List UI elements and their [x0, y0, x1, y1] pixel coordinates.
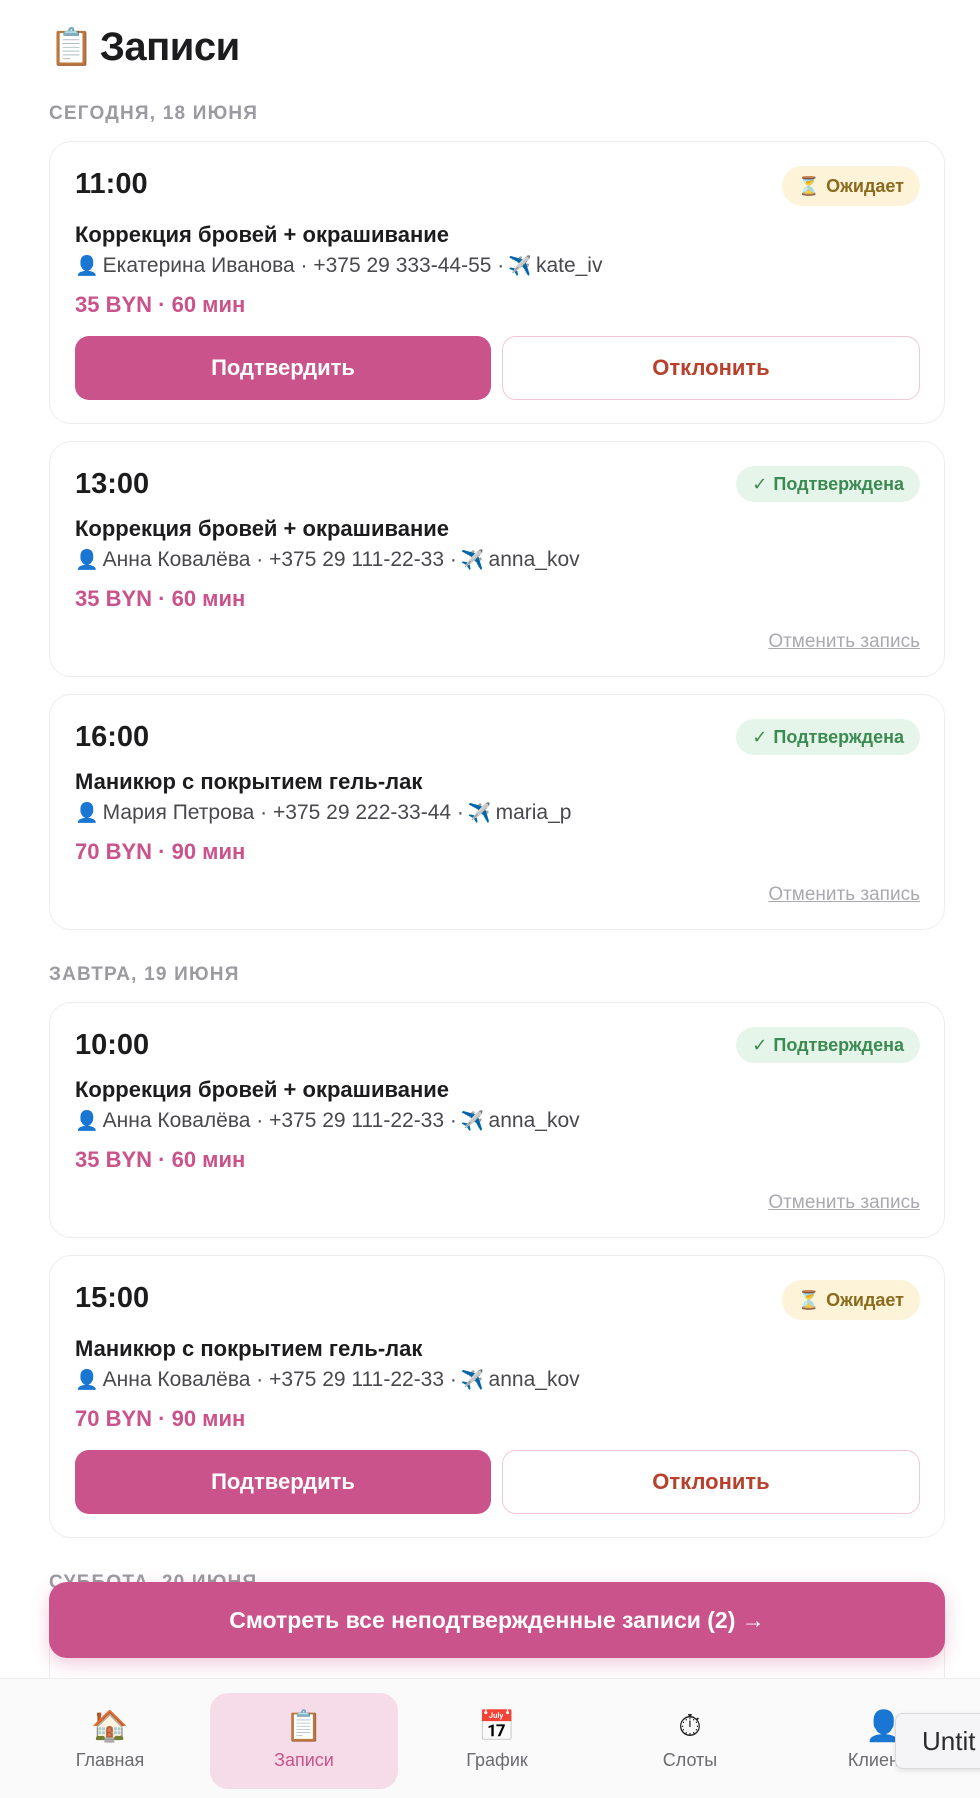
status-badge-label: Ожидает	[826, 1289, 904, 1310]
untitled-overlay-tab[interactable]: Untit	[895, 1713, 980, 1769]
nav-tab-label: Слоты	[662, 1749, 718, 1770]
bottom-nav: 🏠 Главная 📋 Записи 📅 График ⏱ Слоты 👤 Кл…	[0, 1678, 980, 1798]
reject-button[interactable]: Отклонить	[502, 336, 920, 400]
nav-tab-home[interactable]: 🏠 Главная	[16, 1693, 204, 1789]
hourglass-icon: ⏳	[797, 1289, 821, 1310]
cancel-appointment-link[interactable]: Отменить запись	[768, 631, 920, 653]
appointment-card: 11:00 ⏳ Ожидает Коррекция бровей + окраш…	[49, 141, 945, 424]
status-badge: ✓ Подтверждена	[736, 1027, 920, 1063]
telegram-handle[interactable]: anna_kov	[489, 548, 580, 572]
telegram-handle[interactable]: maria_p	[496, 801, 572, 825]
price-duration: 35 BYN · 60 мин	[75, 586, 246, 611]
appointment-time: 11:00	[75, 168, 148, 200]
service-name: Коррекция бровей + окрашивание	[75, 1077, 450, 1102]
nav-tab-appointments[interactable]: 📋 Записи	[210, 1693, 398, 1789]
service-name: Маникюр с покрытием гель-лак	[75, 1336, 423, 1361]
nav-tab-label: Записи	[274, 1749, 334, 1770]
confirm-button[interactable]: Подтвердить	[75, 1450, 491, 1514]
appointment-time: 15:00	[75, 1282, 150, 1314]
user-icon: 👤	[75, 550, 99, 571]
stopwatch-icon: ⏱	[678, 1709, 702, 1743]
check-icon: ✓	[752, 473, 768, 494]
cancel-appointment-link[interactable]: Отменить запись	[768, 1192, 920, 1214]
status-badge-label: Подтверждена	[773, 473, 904, 494]
client-info: 👤 Анна Ковалёва · +375 29 111-22-33 · ✈️…	[75, 1109, 580, 1133]
check-icon: ✓	[752, 726, 768, 747]
appointment-time: 16:00	[75, 721, 150, 753]
price-duration: 35 BYN · 60 мин	[75, 292, 246, 317]
price-duration: 70 BYN · 90 мин	[75, 839, 246, 864]
telegram-handle[interactable]: anna_kov	[489, 1368, 580, 1392]
view-unconfirmed-button[interactable]: Смотреть все неподтвержденные записи (2)…	[49, 1582, 945, 1658]
nav-tab-schedule[interactable]: 📅 График	[403, 1693, 591, 1789]
client-info: 👤 Анна Ковалёва · +375 29 111-22-33 · ✈️…	[75, 548, 580, 572]
appointments-page: 📋 Записи СЕГОДНЯ, 18 ИЮНЯ 11:00 ⏳ Ожидае…	[0, 0, 980, 1798]
client-details: Анна Ковалёва · +375 29 111-22-33 ·	[102, 548, 457, 571]
price-duration: 35 BYN · 60 мин	[75, 1147, 246, 1172]
section-label-tomorrow: ЗАВТРА, 19 ИЮНЯ	[49, 964, 240, 985]
client-details: Мария Петрова · +375 29 222-33-44 ·	[102, 801, 464, 824]
service-name: Коррекция бровей + окрашивание	[75, 516, 450, 541]
telegram-icon: ✈️	[460, 550, 485, 571]
service-name: Коррекция бровей + окрашивание	[75, 222, 450, 247]
clipboard-icon: 📋	[285, 1709, 323, 1743]
appointment-time: 13:00	[75, 468, 150, 500]
reject-button[interactable]: Отклонить	[502, 1450, 920, 1514]
telegram-icon: ✈️	[460, 1111, 485, 1132]
user-icon: 👤	[75, 256, 99, 277]
telegram-icon: ✈️	[460, 1370, 485, 1391]
appointment-card: 13:00 ✓ Подтверждена Коррекция бровей + …	[49, 441, 945, 677]
client-details: Анна Ковалёва · +375 29 111-22-33 ·	[102, 1109, 457, 1132]
status-badge: ✓ Подтверждена	[736, 719, 920, 755]
cancel-appointment-link[interactable]: Отменить запись	[768, 884, 920, 906]
appointment-time: 10:00	[75, 1029, 150, 1061]
client-info: 👤 Мария Петрова · +375 29 222-33-44 · ✈️…	[75, 801, 571, 825]
clipboard-icon: 📋	[49, 26, 94, 67]
price-duration: 70 BYN · 90 мин	[75, 1406, 246, 1431]
telegram-handle[interactable]: anna_kov	[489, 1109, 580, 1133]
house-icon: 🏠	[91, 1709, 129, 1743]
appointment-card: 10:00 ✓ Подтверждена Коррекция бровей + …	[49, 1002, 945, 1238]
section-label-today: СЕГОДНЯ, 18 ИЮНЯ	[49, 103, 259, 124]
telegram-handle[interactable]: kate_iv	[536, 254, 603, 278]
client-details: Анна Ковалёва · +375 29 111-22-33 ·	[102, 1368, 457, 1391]
nav-tab-label: Главная	[75, 1749, 145, 1770]
client-info: 👤 Екатерина Иванова · +375 29 333-44-55 …	[75, 254, 602, 278]
telegram-icon: ✈️	[467, 803, 492, 824]
status-badge-label: Подтверждена	[773, 1034, 904, 1055]
client-details: Екатерина Иванова · +375 29 333-44-55 ·	[102, 254, 505, 277]
status-badge-label: Подтверждена	[773, 726, 904, 747]
status-badge-label: Ожидает	[826, 175, 904, 196]
check-icon: ✓	[752, 1034, 768, 1055]
status-badge: ⏳ Ожидает	[781, 166, 920, 206]
appointment-card: 15:00 ⏳ Ожидает Маникюр с покрытием гель…	[49, 1255, 945, 1538]
status-badge: ⏳ Ожидает	[781, 1280, 920, 1320]
user-icon: 👤	[75, 1370, 99, 1391]
client-info: 👤 Анна Ковалёва · +375 29 111-22-33 · ✈️…	[75, 1368, 580, 1392]
page-title-text: Записи	[99, 24, 240, 69]
user-icon: 👤	[75, 1111, 99, 1132]
hourglass-icon: ⏳	[797, 175, 821, 196]
confirm-button[interactable]: Подтвердить	[75, 336, 491, 400]
telegram-icon: ✈️	[508, 256, 532, 277]
appointment-card: 16:00 ✓ Подтверждена Маникюр с покрытием…	[49, 694, 945, 930]
page-title: 📋 Записи	[49, 22, 240, 72]
service-name: Маникюр с покрытием гель-лак	[75, 769, 423, 794]
nav-tab-label: График	[466, 1749, 528, 1770]
user-icon: 👤	[75, 803, 99, 824]
status-badge: ✓ Подтверждена	[736, 466, 920, 502]
nav-tab-slots[interactable]: ⏱ Слоты	[596, 1693, 784, 1789]
calendar-icon: 📅	[478, 1709, 516, 1743]
